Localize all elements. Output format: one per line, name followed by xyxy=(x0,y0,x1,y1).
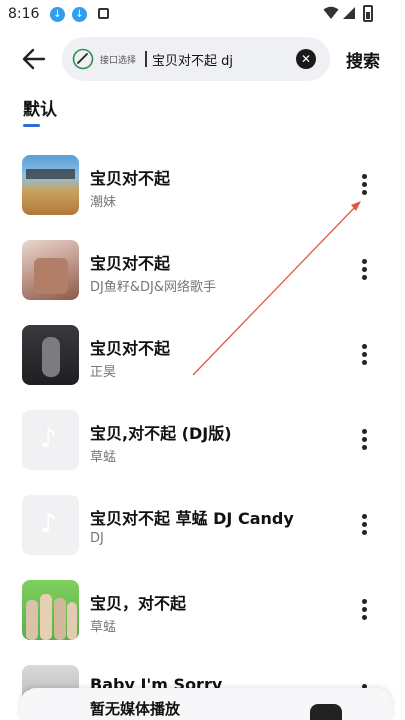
song-title: 宝贝对不起 xyxy=(90,254,171,273)
song-artist: DJ鱼籽&DJ&网络歌手 xyxy=(90,280,216,295)
music-note-icon: ♪ xyxy=(40,509,57,539)
status-bar: 8:16 ↓ ↓ xyxy=(0,0,405,32)
song-item[interactable]: ♪ 宝贝对不起 草蜢 DJ Candy DJ xyxy=(0,483,405,568)
wifi-icon xyxy=(323,6,339,19)
signal-icon xyxy=(343,7,355,19)
song-title: 宝贝,对不起 (DJ版) xyxy=(90,424,232,443)
more-options-icon[interactable] xyxy=(358,428,372,452)
download-icon: ↓ xyxy=(72,7,87,22)
song-artist: 草蜢 xyxy=(90,620,117,635)
play-button[interactable] xyxy=(310,704,342,720)
clear-icon[interactable]: ✕ xyxy=(296,49,316,69)
battery-icon xyxy=(363,5,373,22)
more-options-icon[interactable] xyxy=(358,258,372,282)
album-cover xyxy=(22,580,79,640)
album-cover xyxy=(22,155,79,215)
search-cursor xyxy=(145,51,147,67)
search-button[interactable]: 搜索 xyxy=(346,47,380,72)
search-input[interactable] xyxy=(152,48,292,70)
song-artist: 潮妹 xyxy=(90,195,117,210)
more-options-icon[interactable] xyxy=(358,343,372,367)
album-cover-placeholder: ♪ xyxy=(22,495,79,555)
player-status-text: 暂无媒体播放 xyxy=(90,700,181,718)
more-options-icon[interactable] xyxy=(358,598,372,622)
download-icon: ↓ xyxy=(50,7,65,22)
song-item[interactable]: 宝贝，对不起 草蜢 xyxy=(0,568,405,653)
song-artist: 正昊 xyxy=(90,365,117,380)
music-note-icon: ♪ xyxy=(40,424,57,454)
song-item[interactable]: 宝贝对不起 正昊 xyxy=(0,313,405,398)
status-time: 8:16 xyxy=(8,6,40,22)
album-cover-placeholder: ♪ xyxy=(22,410,79,470)
album-cover xyxy=(22,325,79,385)
song-title: 宝贝对不起 xyxy=(90,339,171,358)
back-arrow-icon[interactable] xyxy=(20,45,48,73)
song-title: 宝贝对不起 xyxy=(90,169,171,188)
mini-player[interactable]: 暂无媒体播放 xyxy=(20,688,392,720)
tab-default[interactable]: 默认 xyxy=(23,95,57,120)
song-artist: 草蜢 xyxy=(90,450,117,465)
search-box[interactable]: 接口选择 ✕ xyxy=(62,37,330,81)
song-artist: DJ xyxy=(90,531,104,546)
square-icon xyxy=(98,8,109,19)
album-cover xyxy=(22,240,79,300)
more-options-icon[interactable] xyxy=(358,513,372,537)
song-item[interactable]: 宝贝对不起 DJ鱼籽&DJ&网络歌手 xyxy=(0,228,405,313)
tab-indicator xyxy=(23,124,40,127)
song-title: 宝贝对不起 草蜢 DJ Candy xyxy=(90,509,294,528)
source-select-label[interactable]: 接口选择 xyxy=(100,53,136,66)
song-item[interactable]: ♪ 宝贝,对不起 (DJ版) 草蜢 xyxy=(0,398,405,483)
source-select-icon[interactable] xyxy=(72,48,94,70)
song-item[interactable]: 宝贝对不起 潮妹 xyxy=(0,143,405,228)
song-title: 宝贝，对不起 xyxy=(90,594,187,613)
more-options-icon[interactable] xyxy=(358,173,372,197)
